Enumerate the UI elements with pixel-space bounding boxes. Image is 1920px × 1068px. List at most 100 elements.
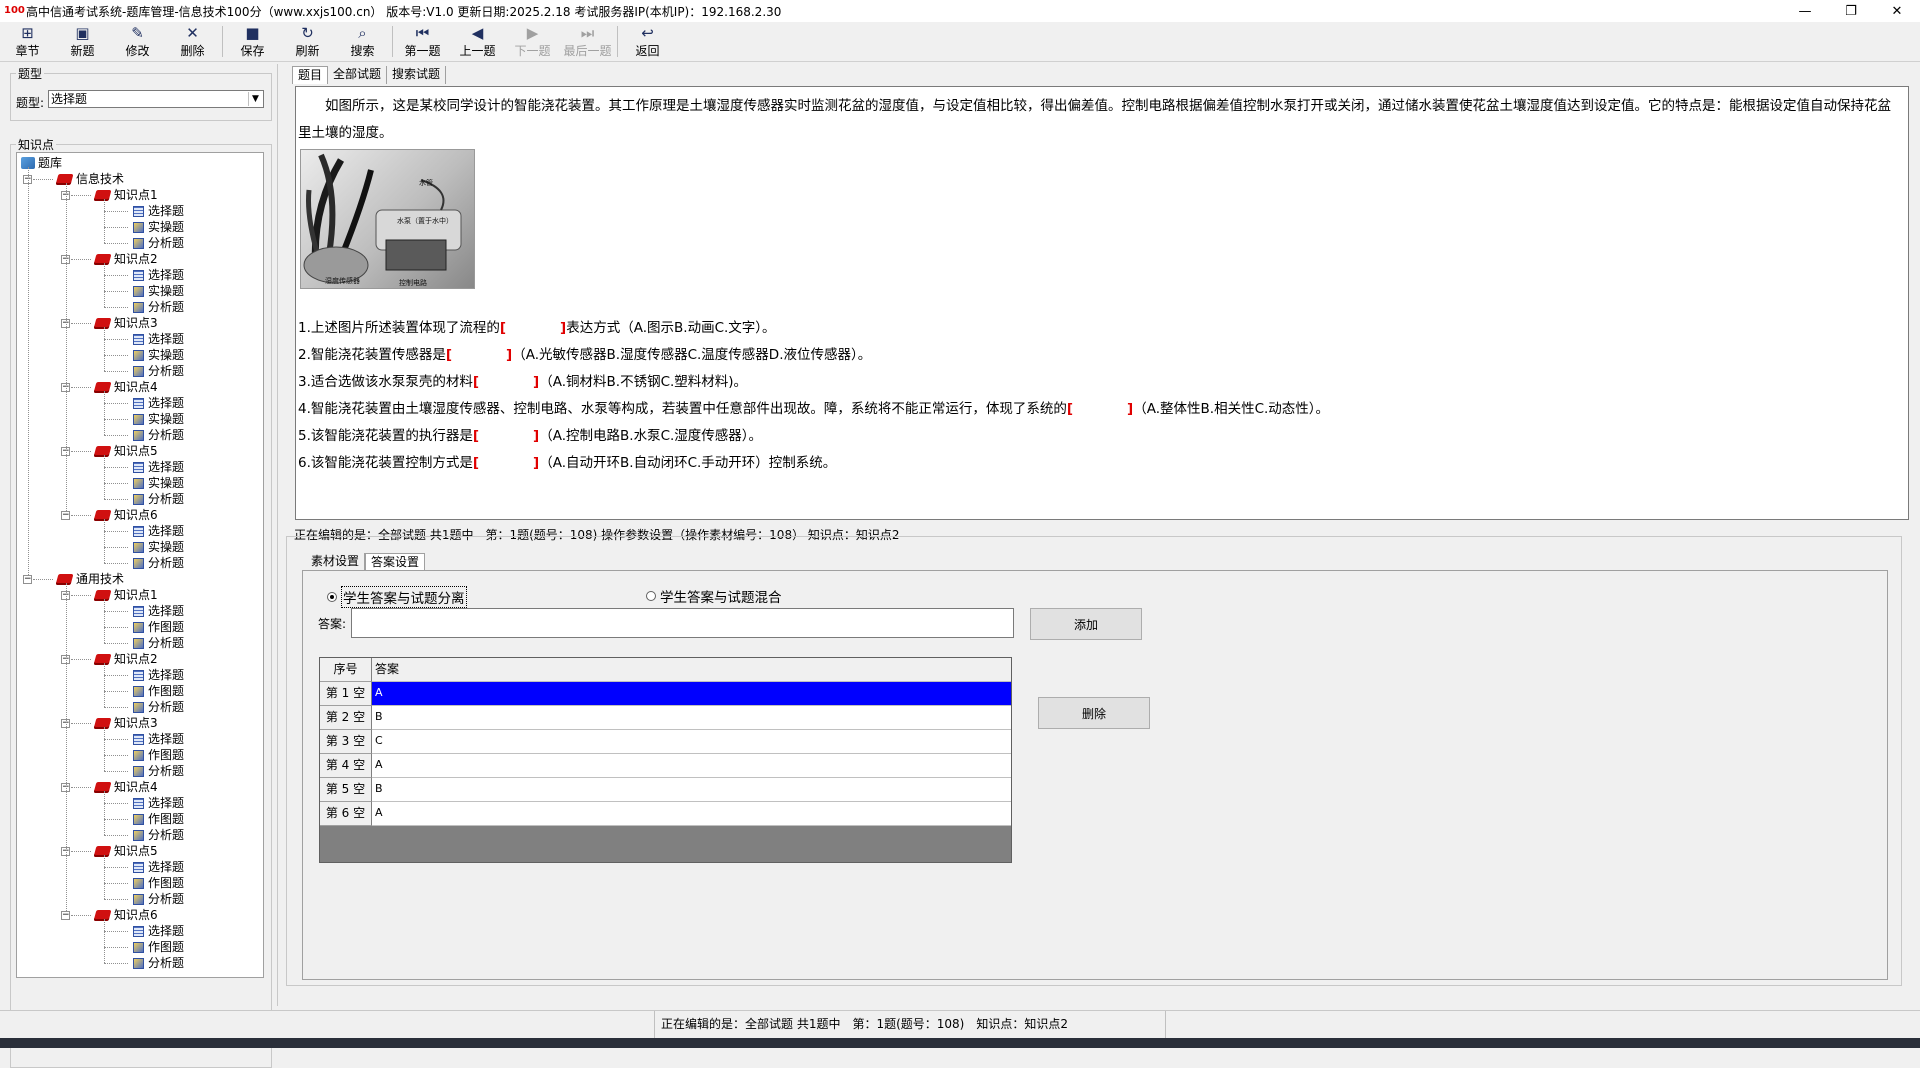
tree-node-subject[interactable]: 信息技术 [55,171,124,187]
tree-node-question-type[interactable]: 实操题 [133,475,184,491]
toolbar-prev-button[interactable]: ◀ 上一题 [450,22,505,61]
tree-node-question-type[interactable]: 选择题 [133,923,184,939]
tab-material-settings[interactable]: 素材设置 [306,553,366,571]
tree-node-question-type[interactable]: 分析题 [133,235,184,251]
radio-mixed-indicator[interactable] [646,591,656,601]
answer-blank[interactable]: [ ] [1067,401,1133,417]
tree-node-question-type[interactable]: 作图题 [133,939,184,955]
radio-separate-indicator[interactable] [327,592,337,602]
tree-connector [104,919,105,963]
tree-node-question-type[interactable]: 选择题 [133,667,184,683]
tree-node-question-type[interactable]: 选择题 [133,203,184,219]
tree-node-question-type[interactable]: 作图题 [133,811,184,827]
toolbar-next-button[interactable]: ▶ 下一题 [505,22,560,61]
tree-node-question-type[interactable]: 分析题 [133,491,184,507]
toolbar-last-button[interactable]: ⏭ 最后一题 [560,22,615,61]
tree-node-question-type[interactable]: 实操题 [133,539,184,555]
tab-answer-settings[interactable]: 答案设置 [365,553,426,571]
radio-mixed[interactable]: 学生答案与试题混合 [646,586,782,606]
grid-answer-cell[interactable]: A [372,682,1011,706]
tree-node-question-type[interactable]: 分析题 [133,299,184,315]
answer-blank[interactable]: [ ] [446,347,512,363]
answer-blank[interactable]: [ ] [500,320,566,336]
answer-input[interactable] [351,608,1014,638]
tree-node-question-type[interactable]: 实操题 [133,347,184,363]
tree-connector [104,707,128,708]
chevron-down-icon[interactable]: ▼ [248,92,262,106]
tree-collapse-toggle[interactable]: − [23,575,32,584]
table-row[interactable]: 第 3 空C [320,730,1011,754]
radio-mixed-label: 学生答案与试题混合 [660,590,782,606]
tree-node-question-type[interactable]: 选择题 [133,859,184,875]
grid-answer-cell[interactable]: C [372,730,1011,754]
tree-node-question-type[interactable]: 分析题 [133,763,184,779]
question-item-text: 3.适合选做该水泵泵壳的材料 [298,374,473,390]
toolbar-refresh-button[interactable]: ↻ 刷新 [280,22,335,61]
tree-node-question-type[interactable]: 选择题 [133,731,184,747]
tree-node-question-type[interactable]: 实操题 [133,219,184,235]
table-row[interactable]: 第 6 空A [320,802,1011,826]
grid-answer-cell[interactable]: A [372,802,1011,826]
toolbar-search-button[interactable]: ⌕ 搜索 [335,22,390,61]
grid-answer-cell[interactable]: A [372,754,1011,778]
tree-node-question-type[interactable]: 实操题 [133,283,184,299]
tree-collapse-toggle[interactable]: − [61,911,70,920]
grid-header-row[interactable]: 序号 答案 [320,658,1011,682]
tree-node-question-type[interactable]: 选择题 [133,267,184,283]
toolbar-new-button[interactable]: ▣ 新题 [55,22,110,61]
tree-node-question-type[interactable]: 选择题 [133,603,184,619]
tree-node-question-type[interactable]: 作图题 [133,619,184,635]
maximize-button[interactable]: ❐ [1828,0,1874,22]
tree-node-question-type[interactable]: 作图题 [133,683,184,699]
table-row[interactable]: 第 4 空A [320,754,1011,778]
tree-node-question-type[interactable]: 分析题 [133,699,184,715]
table-row[interactable]: 第 2 空B [320,706,1011,730]
table-row[interactable]: 第 1 空A [320,682,1011,706]
tree-node-question-type[interactable]: 分析题 [133,427,184,443]
answer-blank[interactable]: [ ] [473,428,539,444]
tree-node-label: 分析题 [148,636,185,650]
question-item-4: 4.智能浇花装置由土壤湿度传感器、控制电路、水泵等构成，若装置中任意部件出现故。… [298,397,1329,417]
delete-button[interactable]: 删除 [1038,697,1150,729]
tab-question[interactable]: 题目 [292,66,329,84]
tree-node-question-type[interactable]: 作图题 [133,747,184,763]
tree-node-question-type[interactable]: 实操题 [133,411,184,427]
toolbar-back-button[interactable]: ↩ 返回 [620,22,675,61]
tree-node-subject[interactable]: 通用技术 [55,571,124,587]
answer-blank[interactable]: [ ] [473,455,539,471]
tree-node-question-type[interactable]: 分析题 [133,891,184,907]
type-select[interactable]: 选择题 ▼ [48,90,264,108]
tree-connector [104,755,128,756]
tree-node-question-type[interactable]: 选择题 [133,523,184,539]
grid-answer-cell[interactable]: B [372,706,1011,730]
tree-node-question-type[interactable]: 分析题 [133,363,184,379]
tree-node-question-type[interactable]: 选择题 [133,331,184,347]
toolbar-save-button[interactable]: ■ 保存 [225,22,280,61]
tree-node-question-type[interactable]: 选择题 [133,459,184,475]
tree-node-question-type[interactable]: 选择题 [133,395,184,411]
knowledge-tree[interactable]: 题库 − 信息技术 − 知识点1 选择题 实操题 分析题 − 知识点2 选择题 实操题 分析题 − 知识点3… [16,152,264,978]
answer-blank[interactable]: [ ] [473,374,539,390]
close-button[interactable]: ✕ [1874,0,1920,22]
radio-separate[interactable]: 学生答案与试题分离 [327,586,467,608]
tab-all-questions[interactable]: 全部试题 [328,66,388,84]
answer-grid[interactable]: 序号 答案第 1 空A第 2 空B第 3 空C第 4 空A第 5 空B第 6 空A [319,657,1012,863]
toolbar-delete-button[interactable]: ✕ 删除 [165,22,220,61]
tree-node-question-type[interactable]: 选择题 [133,795,184,811]
question-editor[interactable]: 如图所示，这是某校同学设计的智能浇花装置。其工作原理是土壤湿度传感器实时监测花盆… [295,86,1909,520]
table-row[interactable]: 第 5 空B [320,778,1011,802]
minimize-button[interactable]: — [1782,0,1828,22]
tree-node-question-type[interactable]: 分析题 [133,955,184,971]
toolbar-edit-button[interactable]: ✎ 修改 [110,22,165,61]
tree-node-question-type[interactable]: 分析题 [133,635,184,651]
tree-node-question-type[interactable]: 分析题 [133,555,184,571]
toolbar-first-button[interactable]: ⏮ 第一题 [395,22,450,61]
tree-collapse-toggle[interactable]: − [61,511,70,520]
tree-node-question-type[interactable]: 作图题 [133,875,184,891]
tree-node-question-type[interactable]: 分析题 [133,827,184,843]
tab-search-questions[interactable]: 搜索试题 [387,66,447,84]
question-type-icon [133,333,144,345]
toolbar-chapter-button[interactable]: ⊞ 章节 [0,22,55,61]
add-button[interactable]: 添加 [1030,608,1142,640]
grid-answer-cell[interactable]: B [372,778,1011,802]
